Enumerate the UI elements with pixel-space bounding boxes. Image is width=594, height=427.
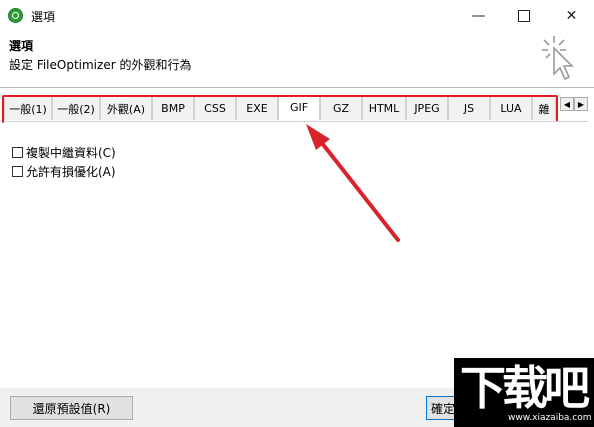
- close-button[interactable]: ✕: [549, 0, 594, 31]
- header-subtitle: 設定 FileOptimizer 的外觀和行為: [9, 58, 192, 72]
- header-divider: [0, 87, 594, 88]
- copy-metadata-checkbox[interactable]: [12, 147, 23, 158]
- dialog-header: 選項 設定 FileOptimizer 的外觀和行為: [0, 31, 594, 88]
- tab-panel-gif: 複製中繼資料(C) 允許有損優化(A): [4, 121, 588, 387]
- chevron-left-icon: ◀: [563, 99, 571, 109]
- title-bar: 選項 — ✕: [0, 0, 594, 31]
- reset-defaults-button[interactable]: 還原預設值(R): [10, 396, 133, 420]
- close-icon: ✕: [565, 7, 578, 24]
- app-icon: [8, 8, 23, 23]
- allow-lossy-label: 允許有損優化(A): [26, 165, 116, 179]
- tab-6[interactable]: GIF: [278, 95, 320, 120]
- tab-2[interactable]: 外觀(A): [100, 96, 152, 120]
- tab-12[interactable]: 雜: [532, 96, 556, 120]
- option-allow-lossy[interactable]: 允許有損優化(A): [12, 163, 116, 180]
- maximize-icon: [517, 9, 530, 22]
- allow-lossy-checkbox[interactable]: [12, 166, 23, 177]
- tab-9[interactable]: JPEG: [406, 96, 448, 120]
- tab-10[interactable]: JS: [448, 96, 490, 120]
- tab-scroll-buttons: ◀ ▶: [560, 97, 588, 111]
- tab-5[interactable]: EXE: [236, 96, 278, 120]
- tab-7[interactable]: GZ: [320, 96, 362, 120]
- tab-8[interactable]: HTML: [362, 96, 406, 120]
- tab-4[interactable]: CSS: [194, 96, 236, 120]
- tab-bar: 一般(1) 一般(2) 外觀(A) BMP CSS EXE GIF GZ HTML JPEG JS L…: [4, 95, 588, 121]
- watermark-text: 下载吧: [460, 361, 590, 415]
- header-title: 選項: [9, 39, 34, 53]
- tab-scroll-right-button[interactable]: ▶: [574, 97, 588, 111]
- tab-11[interactable]: LUA: [490, 96, 532, 120]
- minimize-button[interactable]: —: [456, 0, 501, 31]
- tab-1[interactable]: 一般(2): [52, 96, 100, 120]
- watermark-site: www.xiazaiba.com: [508, 413, 592, 423]
- tab-scroll-left-button[interactable]: ◀: [560, 97, 574, 111]
- cursor-click-icon: [542, 36, 574, 81]
- copy-metadata-label: 複製中繼資料(C): [26, 146, 116, 160]
- watermark: 下载吧 www.xiazaiba.com: [454, 358, 594, 427]
- option-copy-metadata[interactable]: 複製中繼資料(C): [12, 144, 116, 161]
- tab-0[interactable]: 一般(1): [4, 96, 52, 120]
- tab-3[interactable]: BMP: [152, 96, 194, 120]
- chevron-right-icon: ▶: [577, 99, 585, 109]
- tab-strip: 一般(1) 一般(2) 外觀(A) BMP CSS EXE GIF GZ HTML JPEG JS L…: [4, 95, 556, 121]
- maximize-button[interactable]: [501, 0, 546, 31]
- window-title: 選項: [31, 10, 56, 24]
- minimize-icon: —: [471, 7, 486, 24]
